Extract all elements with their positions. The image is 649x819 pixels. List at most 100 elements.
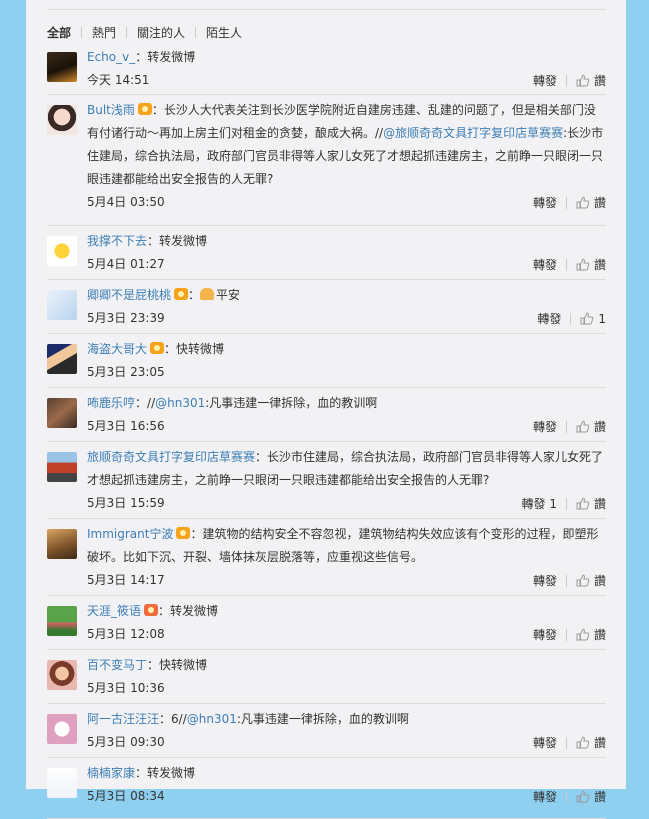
user-name[interactable]: 咘鹿乐哼 <box>87 396 135 410</box>
repost-button[interactable]: 轉發 <box>533 194 557 211</box>
thumb-up-icon <box>576 574 590 587</box>
mention-link[interactable]: @hn301 <box>155 396 205 410</box>
comment-body: 转发微博 <box>159 234 208 248</box>
action-divider <box>565 74 567 87</box>
tab-following[interactable]: 關注的人 <box>127 24 195 41</box>
user-name[interactable]: 海盗大哥大 <box>87 342 147 356</box>
repost-button[interactable]: 轉發 <box>533 256 557 273</box>
avatar[interactable] <box>47 768 77 798</box>
like-button[interactable]: 讚 <box>576 788 606 805</box>
user-name[interactable]: 百不变马丁 <box>87 658 147 672</box>
comment-text: Echo_v_：转发微博 <box>87 46 606 69</box>
user-name[interactable]: 卿卿不是屁桃桃 <box>87 288 171 302</box>
like-button[interactable]: 讚 <box>576 572 606 589</box>
like-button[interactable]: 讚 <box>576 256 606 273</box>
comment-actions: 轉發 讚 <box>533 626 606 643</box>
repost-button[interactable]: 轉發 <box>537 310 561 327</box>
comment-time: 5月3日 09:30 <box>87 735 165 749</box>
tab-hot[interactable]: 熱門 <box>82 24 126 41</box>
comment-actions: 轉發 讚 <box>533 788 606 805</box>
comment-body: :凡事违建一律拆除，血的教训啊 <box>205 396 378 410</box>
thumb-up-icon <box>576 736 590 749</box>
user-name[interactable]: 我撑不下去 <box>87 234 147 248</box>
comment-list: Echo_v_：转发微博 今天 14:51 轉發讚 Bult浅雨 ：长沙人大代表关注到长… <box>47 42 606 819</box>
avatar[interactable] <box>47 105 77 135</box>
comment-text: Immigrant宁波 ：建筑物的结构安全不容忽视，建筑物结构失效应该有个变形的过… <box>87 523 606 569</box>
comment-time: 5月3日 15:59 <box>87 496 165 510</box>
separator: ： <box>135 50 148 64</box>
list-item: Bult浅雨 ：长沙人大代表关注到长沙医学院附近自建房违建、乱建的问题了，但是相关… <box>47 95 606 226</box>
like-button[interactable]: 讚 <box>576 72 606 89</box>
comment-body: 转发微博 <box>147 766 196 780</box>
comment-text: 阿一古汪汪汪：6//@hn301:凡事违建一律拆除，血的教训啊 <box>87 708 606 731</box>
repost-button[interactable]: 轉發 <box>533 788 557 805</box>
user-name[interactable]: Immigrant宁波 <box>87 527 173 541</box>
avatar[interactable] <box>47 236 77 266</box>
filter-tabs: 全部 熱門 關注的人 陌生人 <box>47 24 252 40</box>
user-name[interactable]: Echo_v_ <box>87 50 135 64</box>
avatar[interactable] <box>47 398 77 428</box>
tab-strangers[interactable]: 陌生人 <box>196 24 252 41</box>
comment-body: // <box>147 396 156 410</box>
list-item: Echo_v_：转发微博 今天 14:51 轉發 讚 <box>47 42 606 95</box>
avatar[interactable] <box>47 452 77 482</box>
user-name[interactable]: 旅顺奇奇文具打字复印店草赛赛 <box>87 450 255 464</box>
like-button[interactable]: 1 <box>580 312 606 326</box>
like-label: 讚 <box>593 74 606 88</box>
avatar[interactable] <box>47 606 77 636</box>
like-button[interactable]: 讚 <box>576 418 606 435</box>
comment-body: 转发微博 <box>147 50 196 64</box>
like-label: 讚 <box>593 196 606 210</box>
like-button[interactable]: 讚 <box>576 194 606 211</box>
repost-button[interactable]: 轉發 <box>533 572 557 589</box>
comment-text: 咘鹿乐哼：//@hn301:凡事违建一律拆除，血的教训啊 <box>87 392 606 415</box>
like-label: 讚 <box>593 258 606 272</box>
thumb-up-icon <box>576 196 590 209</box>
action-divider <box>565 497 567 510</box>
list-item: 咘鹿乐哼：//@hn301:凡事违建一律拆除，血的教训啊 5月3日 16:56 轉發… <box>47 388 606 442</box>
like-label: 1 <box>598 311 606 326</box>
mention-link[interactable]: @旅顺奇奇文具打字复印店草赛赛 <box>383 126 563 140</box>
comment-time: 5月4日 01:27 <box>87 257 165 271</box>
member-badge-icon <box>174 288 189 300</box>
avatar[interactable] <box>47 660 77 690</box>
user-name[interactable]: 天涯_筱语 <box>87 604 141 618</box>
like-button[interactable]: 讚 <box>576 626 606 643</box>
tab-all[interactable]: 全部 <box>47 24 81 41</box>
user-name[interactable]: 楠楠家康 <box>87 766 135 780</box>
list-item: Immigrant宁波 ：建筑物的结构安全不容忽视，建筑物结构失效应该有个变形的过… <box>47 519 606 596</box>
like-button[interactable]: 讚 <box>576 734 606 751</box>
repost-button[interactable]: 轉發 1 <box>522 495 557 512</box>
avatar[interactable] <box>47 290 77 320</box>
separator: ： <box>147 658 160 672</box>
comment-text: 海盗大哥大 ：快转微博 <box>87 338 606 361</box>
like-label: 讚 <box>593 628 606 642</box>
avatar[interactable] <box>47 52 77 82</box>
list-item: 阿一古汪汪汪：6//@hn301:凡事违建一律拆除，血的教训啊 5月3日 09:3… <box>47 704 606 758</box>
user-name[interactable]: Bult浅雨 <box>87 103 135 117</box>
comment-body: 平安 <box>216 288 241 302</box>
separator: ： <box>255 450 268 464</box>
comment-text: Bult浅雨 ：长沙人大代表关注到长沙医学院附近自建房违建、乱建的问题了，但是相关… <box>87 99 606 191</box>
avatar[interactable] <box>47 344 77 374</box>
comment-time: 5月3日 10:36 <box>87 681 165 695</box>
action-divider <box>565 628 567 641</box>
avatar[interactable] <box>47 714 77 744</box>
member-badge-icon <box>137 103 152 115</box>
comment-panel: 全部 熱門 關注的人 陌生人 Echo_v_：转发微博 今天 14:51 轉發讚 Bu… <box>26 0 626 819</box>
repost-button[interactable]: 轉發 <box>533 418 557 435</box>
mention-link[interactable]: @hn301 <box>187 712 237 726</box>
comment-actions: 轉發 讚 <box>533 418 606 435</box>
member-badge-icon <box>150 342 165 354</box>
like-button[interactable]: 讚 <box>576 495 606 512</box>
repost-button[interactable]: 轉發 <box>533 734 557 751</box>
thumb-up-icon <box>580 312 594 325</box>
repost-button[interactable]: 轉發 <box>533 72 557 89</box>
thumb-up-icon <box>576 258 590 271</box>
comment-text: 旅顺奇奇文具打字复印店草赛赛：长沙市住建局，综合执法局，政府部门官员非得等人家儿… <box>87 446 606 492</box>
action-divider <box>565 574 567 587</box>
avatar[interactable] <box>47 529 77 559</box>
repost-button[interactable]: 轉發 <box>533 626 557 643</box>
list-item: 海盗大哥大 ：快转微博 5月3日 23:05 <box>47 334 606 388</box>
user-name[interactable]: 阿一古汪汪汪 <box>87 712 159 726</box>
